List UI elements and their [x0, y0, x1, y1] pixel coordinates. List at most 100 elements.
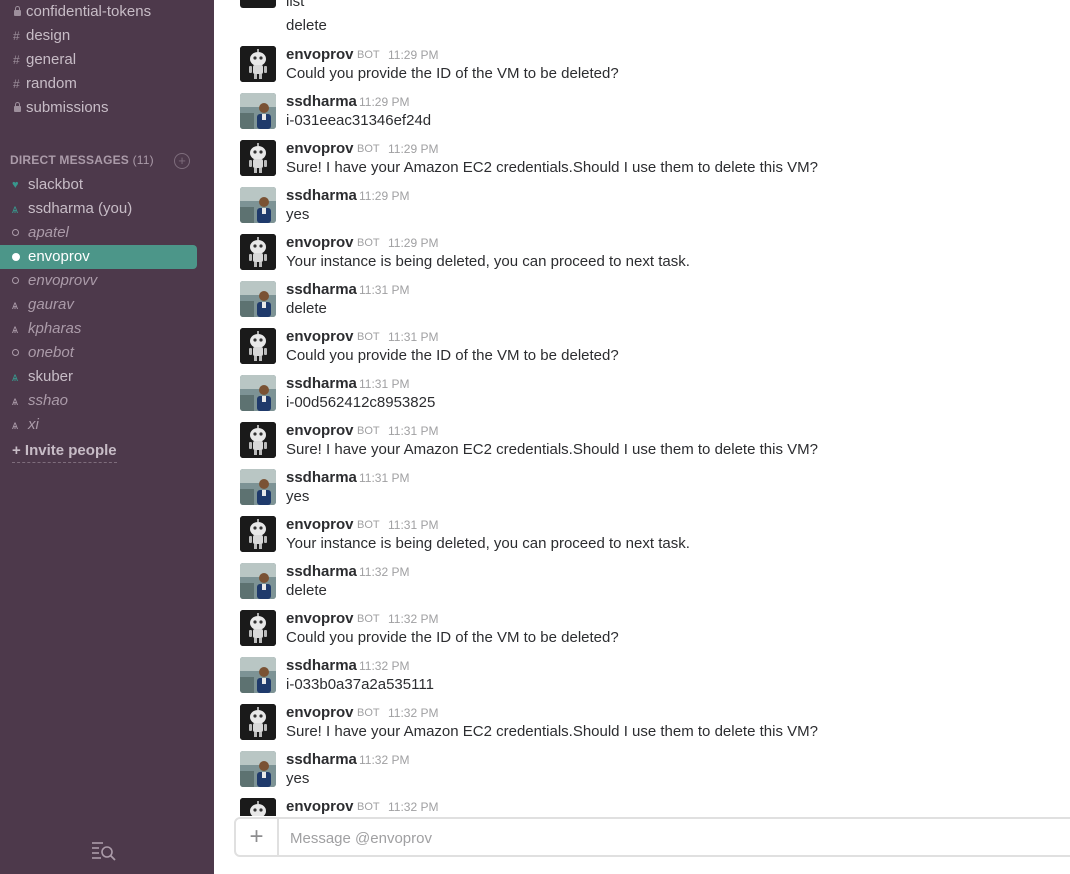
sidebar-channel-general[interactable]: # general	[0, 48, 214, 72]
message-timestamp[interactable]: 11:32 PM	[359, 565, 409, 579]
message-sender[interactable]: envoprov	[286, 516, 354, 533]
attach-plus-button[interactable]: +	[236, 819, 279, 855]
away-presence-icon	[12, 349, 19, 356]
message-timestamp[interactable]: 11:32 PM	[388, 612, 438, 626]
message-sender[interactable]: ssdharma	[286, 751, 357, 768]
message-timestamp[interactable]: 11:32 PM	[388, 706, 438, 720]
bot-avatar[interactable]	[240, 610, 276, 646]
bot-avatar[interactable]	[240, 516, 276, 552]
message-item: ssdharma 11:29 PM yes	[214, 187, 1070, 234]
bot-avatar[interactable]	[240, 234, 276, 270]
message-item: ssdharma 11:29 PM i-031eeac31346ef24d	[214, 93, 1070, 140]
bot-avatar[interactable]	[240, 140, 276, 176]
invite-people-link[interactable]: + Invite people	[12, 442, 117, 463]
user-avatar[interactable]	[240, 281, 276, 317]
user-avatar[interactable]	[240, 93, 276, 129]
sidebar-dm-skuber[interactable]: ѧ skuber	[0, 365, 214, 389]
message-item: ssdharma 11:31 PM i-00d562412c8953825	[214, 375, 1070, 422]
user-avatar[interactable]	[240, 187, 276, 223]
hash-icon: #	[13, 53, 20, 67]
message-timestamp[interactable]: 11:32 PM	[359, 753, 409, 767]
bot-badge: BOT	[357, 707, 380, 719]
user-avatar[interactable]	[240, 375, 276, 411]
message-timestamp[interactable]: 11:32 PM	[388, 800, 438, 814]
sidebar-dm-onebot[interactable]: onebot	[0, 341, 214, 365]
message-item: envoprov BOT 11:32 PM Sure! I have your Ama…	[214, 704, 1070, 751]
message-sender[interactable]: ssdharma	[286, 469, 357, 486]
sidebar-dm-gaurav[interactable]: ѧ gaurav	[0, 293, 214, 317]
bot-badge: BOT	[357, 613, 380, 625]
dm-label: ssdharma (you)	[28, 200, 133, 217]
message-sender[interactable]: ssdharma	[286, 657, 357, 674]
message-timestamp[interactable]: 11:29 PM	[359, 95, 409, 109]
message-timestamp[interactable]: 11:31 PM	[359, 377, 409, 391]
message-composer: +	[234, 817, 1070, 857]
message-sender[interactable]: envoprov	[286, 610, 354, 627]
message-sender[interactable]: envoprov	[286, 798, 354, 815]
dm-label: sshao	[28, 392, 69, 409]
dm-count: (11)	[132, 153, 154, 167]
search-list-icon[interactable]	[91, 841, 117, 861]
bot-avatar[interactable]	[240, 46, 276, 82]
sidebar-channel-design[interactable]: # design	[0, 24, 214, 48]
message-sender[interactable]: envoprov	[286, 234, 354, 251]
sidebar-dm-apatel[interactable]: apatel	[0, 221, 214, 245]
sidebar-channel-submissions[interactable]: submissions	[0, 96, 214, 120]
message-list[interactable]: list delete envoprov BOT 11:29 PM Could you p…	[214, 0, 1070, 816]
user-avatar[interactable]	[240, 469, 276, 505]
sidebar-dm-sshao[interactable]: ѧ sshao	[0, 389, 214, 413]
sidebar-dm-kpharas[interactable]: ѧ kpharas	[0, 317, 214, 341]
shared-user-icon: ѧ	[12, 298, 18, 312]
message-text: yes	[286, 770, 310, 787]
message-timestamp[interactable]: 11:31 PM	[388, 424, 438, 438]
bot-badge: BOT	[357, 143, 380, 155]
message-sender[interactable]: ssdharma	[286, 563, 357, 580]
message-sender[interactable]: ssdharma	[286, 187, 357, 204]
channel-label: general	[26, 51, 77, 68]
bot-avatar[interactable]	[240, 798, 276, 816]
message-item: ssdharma 11:31 PM delete	[214, 281, 1070, 328]
bot-badge: BOT	[357, 801, 380, 813]
user-avatar[interactable]	[240, 751, 276, 787]
message-timestamp[interactable]: 11:31 PM	[359, 471, 409, 485]
lock-icon	[14, 6, 21, 16]
bot-avatar[interactable]	[240, 328, 276, 364]
message-input[interactable]	[288, 819, 1070, 857]
message-timestamp[interactable]: 11:31 PM	[388, 330, 438, 344]
sidebar-dm-xi[interactable]: ѧ xi	[0, 413, 214, 437]
message-sender[interactable]: ssdharma	[286, 281, 357, 298]
message-sender[interactable]: ssdharma	[286, 93, 357, 110]
message-text: Your instance is being deleted, you can …	[286, 253, 690, 270]
shared-user-icon: ѧ	[12, 394, 18, 408]
message-sender[interactable]: envoprov	[286, 328, 354, 345]
message-timestamp[interactable]: 11:32 PM	[359, 659, 409, 673]
message-timestamp[interactable]: 11:29 PM	[388, 142, 438, 156]
add-dm-icon[interactable]: +	[174, 153, 190, 169]
bot-avatar[interactable]	[240, 422, 276, 458]
dm-label: xi	[28, 416, 39, 433]
dm-label: slackbot	[28, 176, 84, 193]
sidebar-dm-envoprov[interactable]: envoprov	[0, 245, 197, 269]
message-timestamp[interactable]: 11:29 PM	[388, 48, 438, 62]
message-sender[interactable]: ssdharma	[286, 375, 357, 392]
message-sender[interactable]: envoprov	[286, 422, 354, 439]
message-timestamp[interactable]: 11:31 PM	[359, 283, 409, 297]
message-sender[interactable]: envoprov	[286, 140, 354, 157]
message-timestamp[interactable]: 11:29 PM	[359, 189, 409, 203]
sidebar-dm-ssdharma-you-[interactable]: ѧ ssdharma (you)	[0, 197, 214, 221]
sidebar-dm-slackbot[interactable]: ♥ slackbot	[0, 173, 214, 197]
sidebar-channel-random[interactable]: # random	[0, 72, 214, 96]
message-timestamp[interactable]: 11:31 PM	[388, 518, 438, 532]
user-avatar[interactable]	[240, 563, 276, 599]
bot-avatar[interactable]	[240, 704, 276, 740]
user-avatar[interactable]	[240, 657, 276, 693]
sidebar-channel-confidential-tokens[interactable]: confidential-tokens	[0, 0, 214, 24]
direct-messages-header[interactable]: DIRECT MESSAGES (11)	[10, 153, 154, 167]
message-text: Sure! I have your Amazon EC2 credentials…	[286, 723, 818, 740]
bot-badge: BOT	[357, 425, 380, 437]
sidebar-dm-envoprovv[interactable]: envoprovv	[0, 269, 214, 293]
message-sender[interactable]: envoprov	[286, 46, 354, 63]
message-sender[interactable]: envoprov	[286, 704, 354, 721]
message-timestamp[interactable]: 11:29 PM	[388, 236, 438, 250]
bot-avatar[interactable]	[240, 0, 276, 8]
